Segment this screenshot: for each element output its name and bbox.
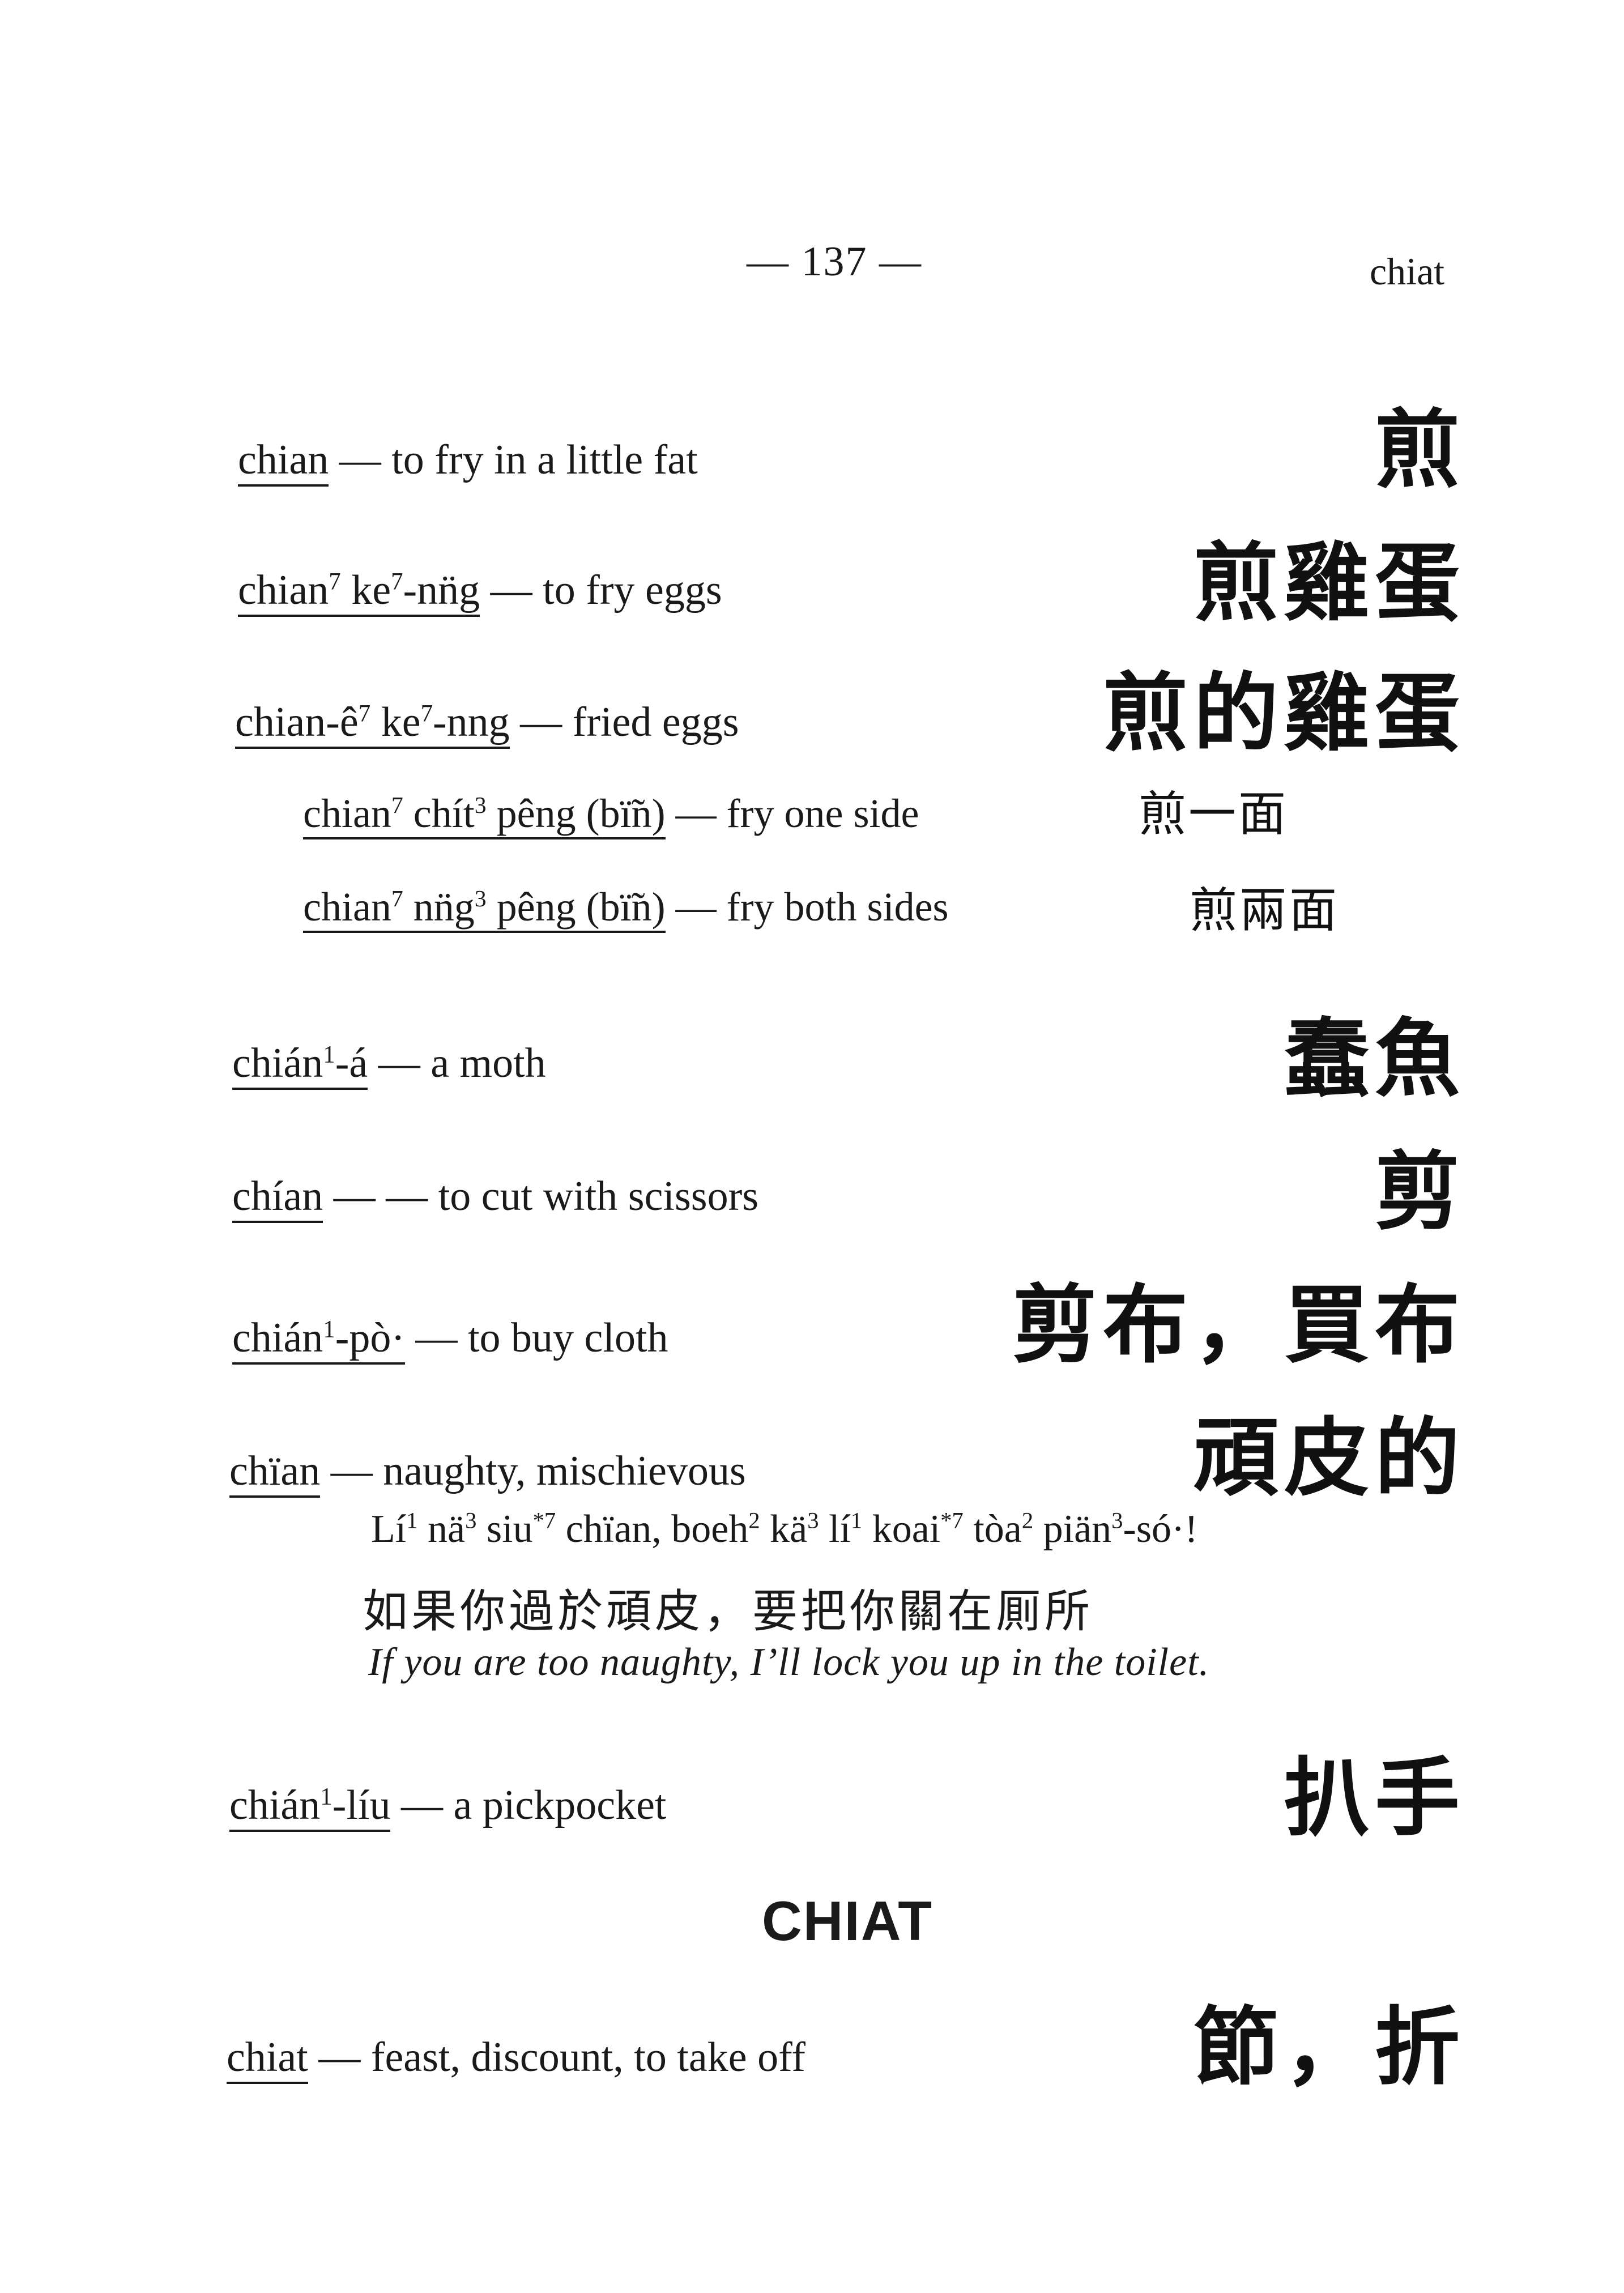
entry-dash: — bbox=[333, 1173, 376, 1220]
entry-hanzi: 煎兩面 bbox=[1190, 883, 1340, 938]
entry-term: chïan bbox=[229, 1450, 321, 1498]
entry-hanzi: 蠢魚 bbox=[1284, 1010, 1465, 1109]
entry-term: chian bbox=[238, 439, 329, 487]
entry-naughty: chïan — naughty, mischievous bbox=[229, 1450, 746, 1498]
entry-definition: fry both sides bbox=[726, 884, 949, 930]
entry-fry-one-side: chian7 chít3 pêng (bï̃n) — fry one side bbox=[303, 793, 919, 839]
entry-fry-both-sides: chian7 nn̈g3 pêng (bï̃n) — fry both sides bbox=[303, 886, 949, 933]
entry-term: chían bbox=[232, 1175, 323, 1223]
entry-definition: fry one side bbox=[726, 791, 919, 836]
entry-dash: — bbox=[415, 1315, 458, 1361]
entry-term: chián1-pò· bbox=[232, 1317, 405, 1365]
entry-chiat-feast: chiat — feast, discount, to take off bbox=[227, 2036, 805, 2084]
entry-hanzi: 煎雞蛋 bbox=[1193, 534, 1465, 633]
entry-fried-eggs: chian-ê7 ke7-nng — fried eggs bbox=[235, 701, 739, 749]
entry-hanzi: 剪 bbox=[1374, 1143, 1465, 1242]
entry-hanzi: 煎一面 bbox=[1139, 786, 1289, 842]
entry-term: chian7 nn̈g3 pêng (bï̃n) bbox=[303, 886, 666, 933]
entry-dash: — bbox=[675, 791, 717, 836]
entry-definition: feast, discount, to take off bbox=[370, 2034, 806, 2081]
entry-hanzi: 剪布，買布 bbox=[1012, 1276, 1465, 1375]
entry-fry-eggs: chian7 ke7-nn̈g — to fry eggs bbox=[238, 569, 722, 617]
page-number: — 137 — bbox=[747, 238, 922, 285]
entry-dash: — bbox=[520, 699, 562, 745]
entry-term: chián1-á bbox=[232, 1042, 368, 1090]
example-english: If you are too naughty, I’ll lock you up… bbox=[368, 1640, 1210, 1684]
entry-definition: naughty, mischievous bbox=[383, 1448, 746, 1494]
entry-definition: — to cut with scissors bbox=[386, 1173, 759, 1220]
entry-term: chian-ê7 ke7-nng bbox=[235, 701, 510, 749]
entry-hanzi: 頑皮的 bbox=[1193, 1409, 1465, 1508]
entry-dash: — bbox=[318, 2034, 361, 2081]
entry-term: chián1-líu bbox=[229, 1784, 391, 1832]
entry-definition: a pickpocket bbox=[453, 1782, 667, 1829]
entry-dash: — bbox=[675, 884, 717, 930]
entry-dash: — bbox=[339, 437, 381, 483]
entry-dash: — bbox=[400, 1782, 443, 1829]
example-chinese: 如果你過於頑皮，要把你關在厠所 bbox=[363, 1585, 1093, 1638]
entry-hanzi: 煎的雞蛋 bbox=[1102, 664, 1465, 763]
entry-definition: to buy cloth bbox=[468, 1315, 668, 1361]
entry-hanzi: 煎 bbox=[1374, 401, 1465, 500]
entry-dash: — bbox=[490, 567, 532, 613]
example-romanized: Lí1 nä3 siu*7 chïan, boeh2 kä3 lí1 koai*… bbox=[371, 1507, 1198, 1551]
entry-dash: — bbox=[378, 1040, 420, 1086]
entry-hanzi: 節，折 bbox=[1193, 1998, 1465, 2097]
entry-moth: chián1-á — a moth bbox=[232, 1042, 546, 1090]
section-heading: CHIAT bbox=[762, 1890, 934, 1952]
entry-definition: to fry in a little fat bbox=[391, 437, 698, 483]
entry-term: chiat bbox=[227, 2036, 308, 2084]
entry-cut-scissors: chían — — to cut with scissors bbox=[232, 1175, 758, 1223]
entry-buy-cloth: chián1-pò· — to buy cloth bbox=[232, 1317, 668, 1365]
entry-term: chian7 chít3 pêng (bï̃n) bbox=[303, 793, 666, 839]
entry-definition: fried eggs bbox=[572, 699, 739, 745]
entry-chian-fry: chian — to fry in a little fat bbox=[238, 439, 698, 487]
entry-hanzi: 扒手 bbox=[1284, 1749, 1465, 1848]
running-head: chiat bbox=[1370, 250, 1445, 293]
entry-definition: to fry eggs bbox=[543, 567, 722, 613]
entry-pickpocket: chián1-líu — a pickpocket bbox=[229, 1784, 666, 1832]
dictionary-page: — 137 — chiat chian — to fry in a little f… bbox=[0, 0, 1624, 2293]
entry-term: chian7 ke7-nn̈g bbox=[238, 569, 480, 617]
entry-definition: a moth bbox=[430, 1040, 546, 1086]
entry-dash: — bbox=[330, 1448, 373, 1494]
